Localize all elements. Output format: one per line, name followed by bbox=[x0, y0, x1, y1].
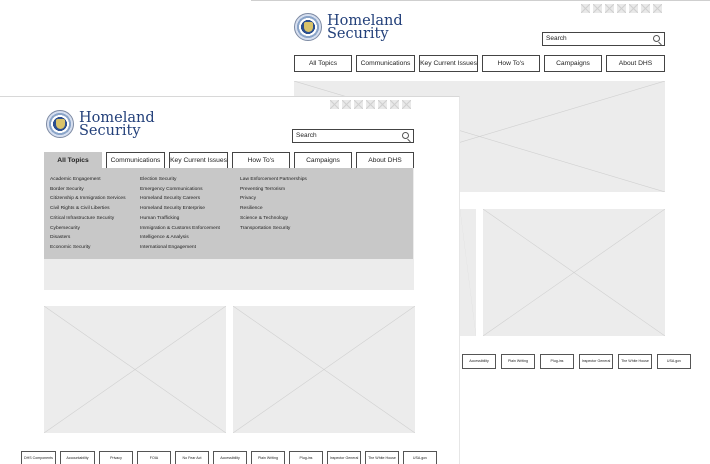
brand-logo-text[interactable]: Homeland Security bbox=[79, 111, 155, 139]
menu-item[interactable]: Science & Technology bbox=[240, 214, 307, 224]
card-image-placeholder bbox=[460, 209, 476, 336]
social-icons-row bbox=[581, 4, 662, 13]
brand-logo-text[interactable]: Homeland Security bbox=[327, 14, 403, 42]
social-placeholder-icon[interactable] bbox=[354, 100, 363, 109]
menu-item[interactable]: Homeland Security Enterprise bbox=[140, 204, 220, 214]
social-placeholder-icon[interactable] bbox=[402, 100, 411, 109]
search-placeholder: Search bbox=[546, 35, 567, 42]
footer-link-foia[interactable]: FOIA bbox=[137, 451, 171, 464]
footer-link-inspector-general[interactable]: Inspector General bbox=[327, 451, 361, 464]
all-topics-mega-menu: Academic Engagement Border Security Citi… bbox=[44, 168, 413, 259]
footer-link-inspector-general[interactable]: Inspector General bbox=[579, 354, 613, 369]
footer-link-accessibility[interactable]: Accessibility bbox=[213, 451, 247, 464]
menu-item[interactable]: Citizenship & Immigration Services bbox=[50, 194, 126, 204]
menu-item[interactable]: Privacy bbox=[240, 194, 307, 204]
menu-item[interactable]: Academic Engagement bbox=[50, 175, 126, 185]
search-icon[interactable] bbox=[402, 132, 409, 139]
mega-menu-column: Election Security Emergency Communicatio… bbox=[140, 175, 220, 253]
social-placeholder-icon[interactable] bbox=[593, 4, 602, 13]
card-image-placeholder bbox=[233, 306, 415, 433]
social-placeholder-icon[interactable] bbox=[629, 4, 638, 13]
mega-menu-column: Academic Engagement Border Security Citi… bbox=[50, 175, 126, 253]
search-icon[interactable] bbox=[653, 35, 660, 42]
menu-item[interactable]: Emergency Communications bbox=[140, 185, 220, 195]
menu-item[interactable]: Law Enforcement Partnerships bbox=[240, 175, 307, 185]
footer-link-plain-writing[interactable]: Plain Writing bbox=[501, 354, 535, 369]
social-placeholder-icon[interactable] bbox=[653, 4, 662, 13]
menu-item[interactable]: Election Security bbox=[140, 175, 220, 185]
nav-campaigns[interactable]: Campaigns bbox=[544, 55, 602, 72]
footer-link-white-house[interactable]: The White House bbox=[618, 354, 652, 369]
social-placeholder-icon[interactable] bbox=[390, 100, 399, 109]
card-image-placeholder bbox=[44, 306, 226, 433]
nav-communications[interactable]: Communications bbox=[106, 152, 165, 169]
social-placeholder-icon[interactable] bbox=[581, 4, 590, 13]
footer-link-plug-ins[interactable]: Plug-ins bbox=[289, 451, 323, 464]
footer-link-dhs-components[interactable]: DHS Components bbox=[21, 451, 56, 464]
footer-link-plain-writing[interactable]: Plain Writing bbox=[251, 451, 285, 464]
menu-item[interactable]: Preventing Terrorism bbox=[240, 185, 307, 195]
social-placeholder-icon[interactable] bbox=[605, 4, 614, 13]
dhs-seal-icon[interactable] bbox=[46, 110, 74, 138]
menu-item[interactable]: Economic Security bbox=[50, 243, 126, 253]
footer-link-no-fear-act[interactable]: No Fear Act bbox=[175, 451, 209, 464]
menu-item[interactable]: Border Security bbox=[50, 185, 126, 195]
menu-item[interactable]: Disasters bbox=[50, 233, 126, 243]
menu-item[interactable]: Civil Rights & Civil Liberties bbox=[50, 204, 126, 214]
footer-link-plug-ins[interactable]: Plug-ins bbox=[540, 354, 574, 369]
mega-menu-column: Law Enforcement Partnerships Preventing … bbox=[240, 175, 307, 233]
nav-communications[interactable]: Communications bbox=[356, 55, 415, 72]
menu-item[interactable]: Resilience bbox=[240, 204, 307, 214]
dhs-seal-icon[interactable] bbox=[294, 13, 322, 41]
menu-item[interactable]: Transportation Security bbox=[240, 224, 307, 234]
nav-campaigns[interactable]: Campaigns bbox=[294, 152, 352, 169]
nav-all-topics[interactable]: All Topics bbox=[294, 55, 352, 72]
social-placeholder-icon[interactable] bbox=[330, 100, 339, 109]
footer-link-accountability[interactable]: Accountability bbox=[60, 451, 95, 464]
social-placeholder-icon[interactable] bbox=[366, 100, 375, 109]
nav-how-tos[interactable]: How To's bbox=[482, 55, 540, 72]
search-input[interactable]: Search bbox=[542, 32, 665, 46]
nav-all-topics[interactable]: All Topics bbox=[44, 152, 102, 169]
menu-item[interactable]: Cybersecurity bbox=[50, 224, 126, 234]
footer-link-privacy[interactable]: Privacy bbox=[99, 451, 133, 464]
nav-about-dhs[interactable]: About DHS bbox=[606, 55, 665, 72]
menu-item[interactable]: International Engagement bbox=[140, 243, 220, 253]
social-placeholder-icon[interactable] bbox=[617, 4, 626, 13]
social-placeholder-icon[interactable] bbox=[378, 100, 387, 109]
search-input[interactable]: Search bbox=[292, 129, 414, 143]
social-placeholder-icon[interactable] bbox=[342, 100, 351, 109]
nav-how-tos[interactable]: How To's bbox=[232, 152, 290, 169]
menu-item[interactable]: Critical Infrastructure Security bbox=[50, 214, 126, 224]
nav-key-current-issues[interactable]: Key Current Issues bbox=[169, 152, 228, 169]
foreground-page-wireframe: Homeland Security Search All Topics Commu… bbox=[0, 96, 460, 464]
menu-item[interactable]: Human Trafficking bbox=[140, 214, 220, 224]
footer-link-usa-gov[interactable]: USA.gov bbox=[657, 354, 691, 369]
nav-about-dhs[interactable]: About DHS bbox=[356, 152, 414, 169]
nav-key-current-issues[interactable]: Key Current Issues bbox=[419, 55, 478, 72]
divider bbox=[251, 0, 710, 1]
social-icons-row bbox=[330, 100, 411, 109]
search-placeholder: Search bbox=[296, 132, 317, 139]
menu-item[interactable]: Immigration & Customs Enforcement bbox=[140, 224, 220, 234]
footer-link-accessibility[interactable]: Accessibility bbox=[462, 354, 496, 369]
footer-link-white-house[interactable]: The White House bbox=[365, 451, 399, 464]
menu-item[interactable]: Intelligence & Analysis bbox=[140, 233, 220, 243]
social-placeholder-icon[interactable] bbox=[641, 4, 650, 13]
footer-link-usa-gov[interactable]: USA.gov bbox=[403, 451, 437, 464]
menu-item[interactable]: Homeland Security Careers bbox=[140, 194, 220, 204]
card-image-placeholder bbox=[483, 209, 665, 336]
